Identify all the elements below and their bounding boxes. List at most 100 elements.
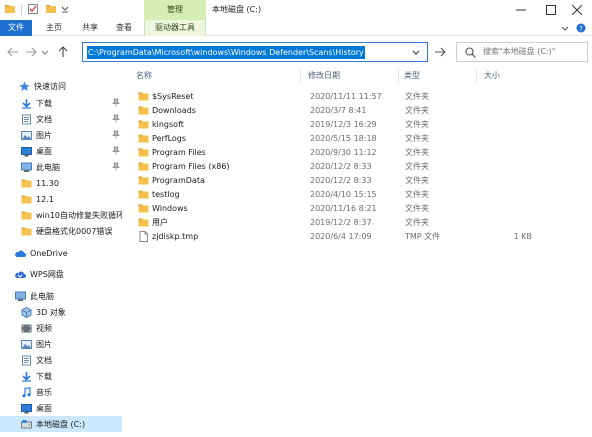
folder-icon [20,177,32,189]
nav-label: 12.1 [36,194,54,204]
nav-documents[interactable]: 文档 [0,352,122,368]
document-icon [20,113,32,125]
window-title: 本地磁盘 (C:) [212,5,262,14]
file-row[interactable]: $SysReset 2020/11/11 11:57 文件夹 [134,90,590,104]
file-name: zjdiskp.tmp [152,232,199,241]
nav-downloads-pinned[interactable]: 下载 [0,95,122,111]
nav-local-disk-c[interactable]: 本地磁盘 (C:) [0,416,122,432]
nav-music[interactable]: 音乐 [0,384,122,400]
nav-label: 11.30 [36,178,59,188]
nav-desktop[interactable]: 桌面 [0,400,122,416]
file-name: 用户 [152,218,168,227]
nav-desktop-pinned[interactable]: 桌面 [0,143,122,159]
file-row[interactable]: testlog 2020/4/10 15:15 文件夹 [134,188,590,202]
video-icon [20,322,32,334]
tab-drive-tools[interactable]: 驱动器工具 [144,20,206,36]
file-row[interactable]: ProgramData 2020/12/2 8:33 文件夹 [134,174,590,188]
file-list: 名称 修改日期 类型 大小 $SysReset 2020/11/11 11:57… [130,68,592,437]
back-button[interactable] [6,45,20,59]
nav-label: 图片 [36,130,52,140]
wps-cloud-icon [14,268,26,280]
nav-quick-access[interactable]: 快速访问 [0,78,122,94]
up-button[interactable] [56,45,70,59]
file-row[interactable]: Downloads 2020/3/7 8:41 文件夹 [134,104,590,118]
column-header-date[interactable]: 修改日期 [308,68,340,84]
pin-icon[interactable] [112,114,120,125]
arrow-right-icon [435,47,446,57]
folder-icon [138,91,149,104]
close-button[interactable] [562,0,592,20]
go-button[interactable] [432,44,448,60]
file-row[interactable]: 用户 2019/12/2 8:37 文件夹 [134,216,590,230]
checkmark-icon[interactable] [27,3,39,17]
file-type: 文件夹 [405,106,429,115]
nav-wps-cloud[interactable]: WPS网盘 [0,266,122,282]
file-row[interactable]: PerfLogs 2020/5/15 18:18 文件夹 [134,132,590,146]
file-row[interactable]: zjdiskp.tmp 2020/6/4 17:09 TMP 文件 1 KB [134,230,590,244]
nav-folder-12-1[interactable]: 12.1 [0,191,122,207]
column-header-size[interactable]: 大小 [484,68,500,84]
file-row[interactable]: Program Files 2020/9/30 11:12 文件夹 [134,146,590,160]
context-tab-header: 管理 [144,0,206,20]
folder-icon [20,209,32,221]
nav-label: win10自动修复失败循环 [36,210,122,220]
file-date: 2020/5/15 18:18 [310,134,377,143]
chevron-down-icon[interactable] [560,23,570,35]
file-date: 2019/12/2 8:37 [310,218,372,227]
address-bar[interactable]: C:\ProgramData\Microsoft\windows\Windows… [82,42,428,62]
folder-icon[interactable] [4,3,16,17]
tab-home[interactable]: 主页 [40,20,68,36]
nav-onedrive[interactable]: OneDrive [0,245,122,261]
folder-icon [138,189,149,202]
file-row[interactable]: Program Files (x86) 2020/12/2 8:33 文件夹 [134,160,590,174]
file-row[interactable]: kingsoft 2019/12/3 16:29 文件夹 [134,118,590,132]
column-divider[interactable] [300,70,301,82]
search-input[interactable]: 搜索"本地磁盘 (C:)" [456,42,588,62]
star-icon [18,80,30,92]
tab-view[interactable]: 查看 [110,20,138,36]
folder-icon [138,133,149,146]
pin-icon[interactable] [112,130,120,141]
nav-videos[interactable]: 视频 [0,320,122,336]
pin-icon[interactable] [112,98,120,109]
new-folder-icon[interactable] [45,3,57,17]
minimize-icon [516,9,526,11]
nav-this-pc-pinned[interactable]: 此电脑 [0,159,122,175]
pin-icon[interactable] [112,162,120,173]
file-name: Program Files [152,148,206,157]
file-row[interactable]: Windows 2020/11/16 8:21 文件夹 [134,202,590,216]
pin-icon[interactable] [112,146,120,157]
arrow-up-icon [58,46,68,57]
nav-this-pc[interactable]: 此电脑 [0,288,122,304]
nav-folder-11-30[interactable]: 11.30 [0,175,122,191]
nav-folder-disk-format[interactable]: 硬盘格式化0007错误 [0,223,122,239]
tab-share[interactable]: 共享 [76,20,104,36]
recent-locations-button[interactable] [40,45,50,59]
file-date: 2020/12/2 8:33 [310,162,372,171]
column-header-type[interactable]: 类型 [404,68,420,84]
file-date: 2020/11/11 11:57 [310,92,382,101]
minimize-button[interactable] [506,0,536,20]
column-divider[interactable] [476,70,477,82]
picture-icon [20,129,32,141]
nav-pictures[interactable]: 图片 [0,336,122,352]
tab-file[interactable]: 文件 [0,20,32,36]
nav-folder-win10-repair[interactable]: win10自动修复失败循环 [0,207,122,223]
nav-label: 视频 [36,323,52,333]
chevron-down-icon[interactable] [411,47,421,59]
nav-documents-pinned[interactable]: 文档 [0,111,122,127]
address-path[interactable]: C:\ProgramData\Microsoft\windows\Windows… [87,46,365,59]
file-type: 文件夹 [405,134,429,143]
nav-label: 图片 [36,339,52,349]
chevron-down-icon[interactable] [61,4,69,16]
nav-downloads[interactable]: 下载 [0,368,122,384]
forward-button[interactable] [24,45,38,59]
nav-3d-objects[interactable]: 3D 对象 [0,304,122,320]
document-icon [20,354,32,366]
nav-label: 桌面 [36,146,52,156]
cloud-icon [14,247,26,259]
column-divider[interactable] [398,70,399,82]
nav-pictures-pinned[interactable]: 图片 [0,127,122,143]
help-icon[interactable]: ? [576,23,586,35]
column-header-name[interactable]: 名称 [136,68,152,84]
